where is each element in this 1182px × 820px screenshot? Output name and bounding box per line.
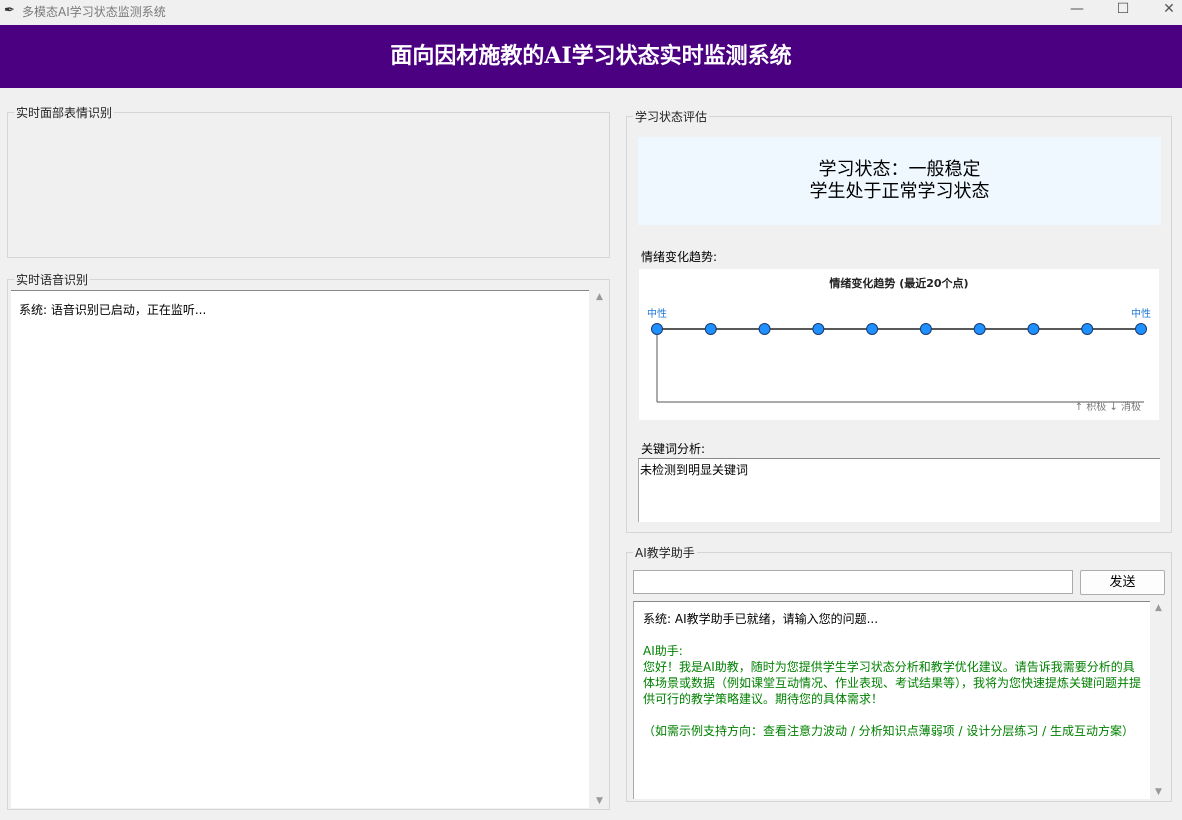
chart-point [651,323,663,335]
emotion-trend-svg: 情绪变化趋势 (最近20个点) 中性 中性 ↑ 积极 ↓ 消极 [647,276,1151,413]
face-recognition-panel: 实时面部表情识别 [7,104,610,258]
chart-legend-note: ↑ 积极 ↓ 消极 [1075,400,1141,413]
maximize-icon[interactable]: ☐ [1100,0,1146,20]
eval-panel-label: 学习状态评估 [633,108,710,125]
scroll-down-icon[interactable]: ▼ [1150,787,1167,797]
chart-point [704,323,717,335]
ai-assistant-message: 您好！我是AI助教，随时为您提供学生学习状态分析和教学优化建议。请告诉我需要分析… [643,660,1142,706]
ai-question-input[interactable] [633,570,1073,594]
chart-point [812,323,825,335]
ai-assistant-panel: AI教学助手 发送 系统: AI教学助手已就绪，请输入您的问题... AI助手:… [626,544,1172,802]
learning-status-panel: 学习状态评估 学习状态：一般稳定 学生处于正常学习状态 情绪变化趋势: 情绪变化… [626,108,1172,533]
window-titlebar: ✒ 多模态AI学习状态监测系统 — ☐ ✕ [0,0,1182,22]
voice-recognition-panel: 实时语音识别 系统: 语音识别已启动，正在监听... ▲ ▼ [7,271,610,810]
ai-assistant-hint: （如需示例支持方向：查看注意力波动 / 分析知识点薄弱项 / 设计分层练习 / … [643,724,1135,738]
ai-assistant-name: AI助手: [643,644,683,658]
trend-label: 情绪变化趋势: [641,250,718,264]
keyword-label: 关键词分析: [641,442,706,456]
chart-point-label: 中性 [1131,307,1151,320]
voice-log-line: 系统: 语音识别已启动，正在监听... [19,303,207,317]
status-line-2: 学生处于正常学习状态 [809,181,990,202]
ai-scrollbar[interactable]: ▲ ▼ [1150,601,1167,799]
chart-title: 情绪变化趋势 (最近20个点) [829,276,968,290]
minimize-icon[interactable]: — [1054,0,1100,20]
voice-panel-label: 实时语音识别 [14,271,91,288]
voice-log-textarea[interactable]: 系统: 语音识别已启动，正在监听... [11,290,589,808]
scroll-down-icon[interactable]: ▼ [591,796,608,806]
send-button[interactable]: 发送 [1080,570,1165,595]
chart-point [973,323,986,335]
keyword-textarea[interactable]: 未检测到明显关键词 [638,458,1160,522]
window-title: 多模态AI学习状态监测系统 [22,5,166,19]
keyword-text: 未检测到明显关键词 [640,463,749,477]
chart-point [758,323,771,335]
ai-chat-log[interactable]: 系统: AI教学助手已就绪，请输入您的问题... AI助手: 您好！我是AI助教… [633,601,1150,799]
close-icon[interactable]: ✕ [1146,0,1182,20]
emotion-trend-chart: 情绪变化趋势 (最近20个点) 中性 中性 ↑ 积极 ↓ 消极 [639,269,1159,420]
chart-point [1027,323,1040,335]
scroll-up-icon[interactable]: ▲ [591,292,608,302]
chart-point [1081,323,1094,335]
scroll-up-icon[interactable]: ▲ [1150,603,1167,613]
chart-point [1135,323,1147,335]
face-panel-label: 实时面部表情识别 [14,104,115,121]
ai-panel-label: AI教学助手 [633,544,697,561]
feather-icon: ✒ [4,3,15,18]
chart-point [919,323,932,335]
header-banner: 面向因材施教的AI学习状态实时监测系统 [0,25,1182,88]
app-heading: 面向因材施教的AI学习状态实时监测系统 [390,43,792,69]
voice-scrollbar[interactable]: ▲ ▼ [591,290,608,808]
status-line-1: 学习状态：一般稳定 [818,159,981,180]
status-display: 学习状态：一般稳定 学生处于正常学习状态 [638,137,1161,225]
ai-system-message: 系统: AI教学助手已就绪，请输入您的问题... [643,612,879,626]
chart-point [866,323,879,335]
chart-point-label: 中性 [647,307,667,320]
